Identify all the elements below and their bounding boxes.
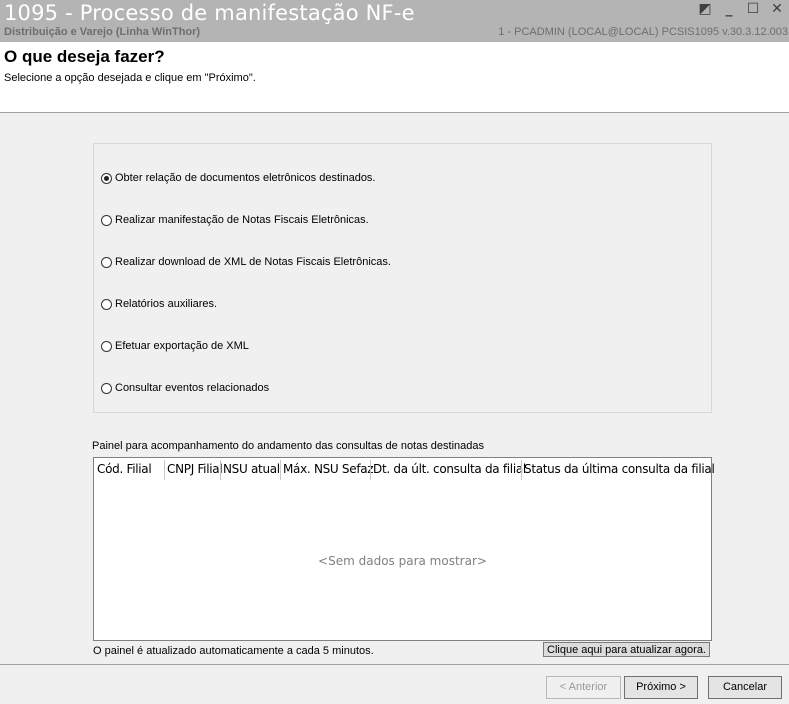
option-download-xml[interactable]: Realizar download de XML de Notas Fiscai… bbox=[101, 256, 391, 268]
empty-message: <Sem dados para mostrar> bbox=[318, 554, 487, 568]
title-bar: 1095 - Processo de manifestação NF-e Dis… bbox=[0, 0, 789, 42]
options-group: Obter relação de documentos eletrônicos … bbox=[93, 143, 712, 413]
column-divider[interactable] bbox=[370, 460, 371, 480]
wizard-header: O que deseja fazer? Selecione a opção de… bbox=[0, 42, 789, 113]
radio-button-selected[interactable] bbox=[101, 172, 112, 184]
option-label: Obter relação de documentos eletrônicos … bbox=[115, 172, 376, 184]
column-header-status-ultima-consulta[interactable]: Status da última consulta da filial bbox=[524, 462, 715, 476]
next-button[interactable]: Próximo > bbox=[624, 676, 698, 699]
window-title: 1095 - Processo de manifestação NF-e bbox=[4, 1, 415, 25]
option-consultar-eventos[interactable]: Consultar eventos relacionados bbox=[101, 382, 269, 394]
radio-button[interactable] bbox=[101, 340, 112, 352]
option-label: Realizar download de XML de Notas Fiscai… bbox=[115, 256, 391, 268]
divider bbox=[0, 664, 789, 665]
page-subtitle: Selecione a opção desejada e clique em "… bbox=[4, 72, 256, 84]
option-label: Relatórios auxiliares. bbox=[115, 298, 218, 310]
close-icon[interactable]: ✕ bbox=[769, 1, 785, 17]
cancel-button[interactable]: Cancelar bbox=[708, 676, 782, 699]
session-info: 1 - PCADMIN (LOCAL@LOCAL) PCSIS1095 v.30… bbox=[498, 26, 788, 38]
refresh-now-button[interactable]: Clique aqui para atualizar agora. bbox=[543, 642, 710, 657]
column-header-dt-ultima-consulta[interactable]: Dt. da últ. consulta da filial bbox=[373, 462, 526, 476]
refresh-note: O painel é atualizado automaticamente a … bbox=[93, 645, 374, 657]
column-header-nsu-atual[interactable]: NSU atual bbox=[223, 462, 280, 476]
window-controls: ◩ _ ☐ ✕ bbox=[697, 1, 785, 17]
status-grid[interactable]: Cód. Filial CNPJ Filial NSU atual Máx. N… bbox=[93, 457, 715, 641]
column-header-max-nsu-sefaz[interactable]: Máx. NSU Sefaz bbox=[283, 462, 374, 476]
restore-icon[interactable]: ◩ bbox=[697, 1, 713, 17]
radio-button[interactable] bbox=[101, 382, 112, 394]
option-obter-relacao[interactable]: Obter relação de documentos eletrônicos … bbox=[101, 172, 376, 184]
radio-button[interactable] bbox=[101, 298, 112, 310]
column-divider[interactable] bbox=[521, 460, 522, 480]
minimize-icon[interactable]: _ bbox=[721, 1, 737, 17]
column-divider[interactable] bbox=[164, 460, 165, 480]
column-divider[interactable] bbox=[220, 460, 221, 480]
option-relatorios[interactable]: Relatórios auxiliares. bbox=[101, 298, 217, 310]
option-label: Efetuar exportação de XML bbox=[115, 340, 249, 352]
radio-button[interactable] bbox=[101, 256, 112, 268]
option-exportacao-xml[interactable]: Efetuar exportação de XML bbox=[101, 340, 249, 352]
column-header-cnpj-filial[interactable]: CNPJ Filial bbox=[167, 462, 223, 476]
maximize-icon[interactable]: ☐ bbox=[745, 1, 761, 17]
column-header-cod-filial[interactable]: Cód. Filial bbox=[97, 462, 152, 476]
radio-button[interactable] bbox=[101, 214, 112, 226]
option-label: Realizar manifestação de Notas Fiscais E… bbox=[115, 214, 369, 226]
grid-header: Cód. Filial CNPJ Filial NSU atual Máx. N… bbox=[94, 458, 715, 480]
column-divider[interactable] bbox=[280, 460, 281, 480]
option-label: Consultar eventos relacionados bbox=[115, 382, 270, 394]
back-button[interactable]: < Anterior bbox=[546, 676, 621, 699]
page-title: O que deseja fazer? bbox=[4, 47, 165, 66]
window-subtitle: Distribuição e Varejo (Linha WinThor) bbox=[4, 26, 201, 38]
panel-label: Painel para acompanhamento do andamento … bbox=[92, 440, 484, 452]
option-realizar-manifestacao[interactable]: Realizar manifestação de Notas Fiscais E… bbox=[101, 214, 369, 226]
